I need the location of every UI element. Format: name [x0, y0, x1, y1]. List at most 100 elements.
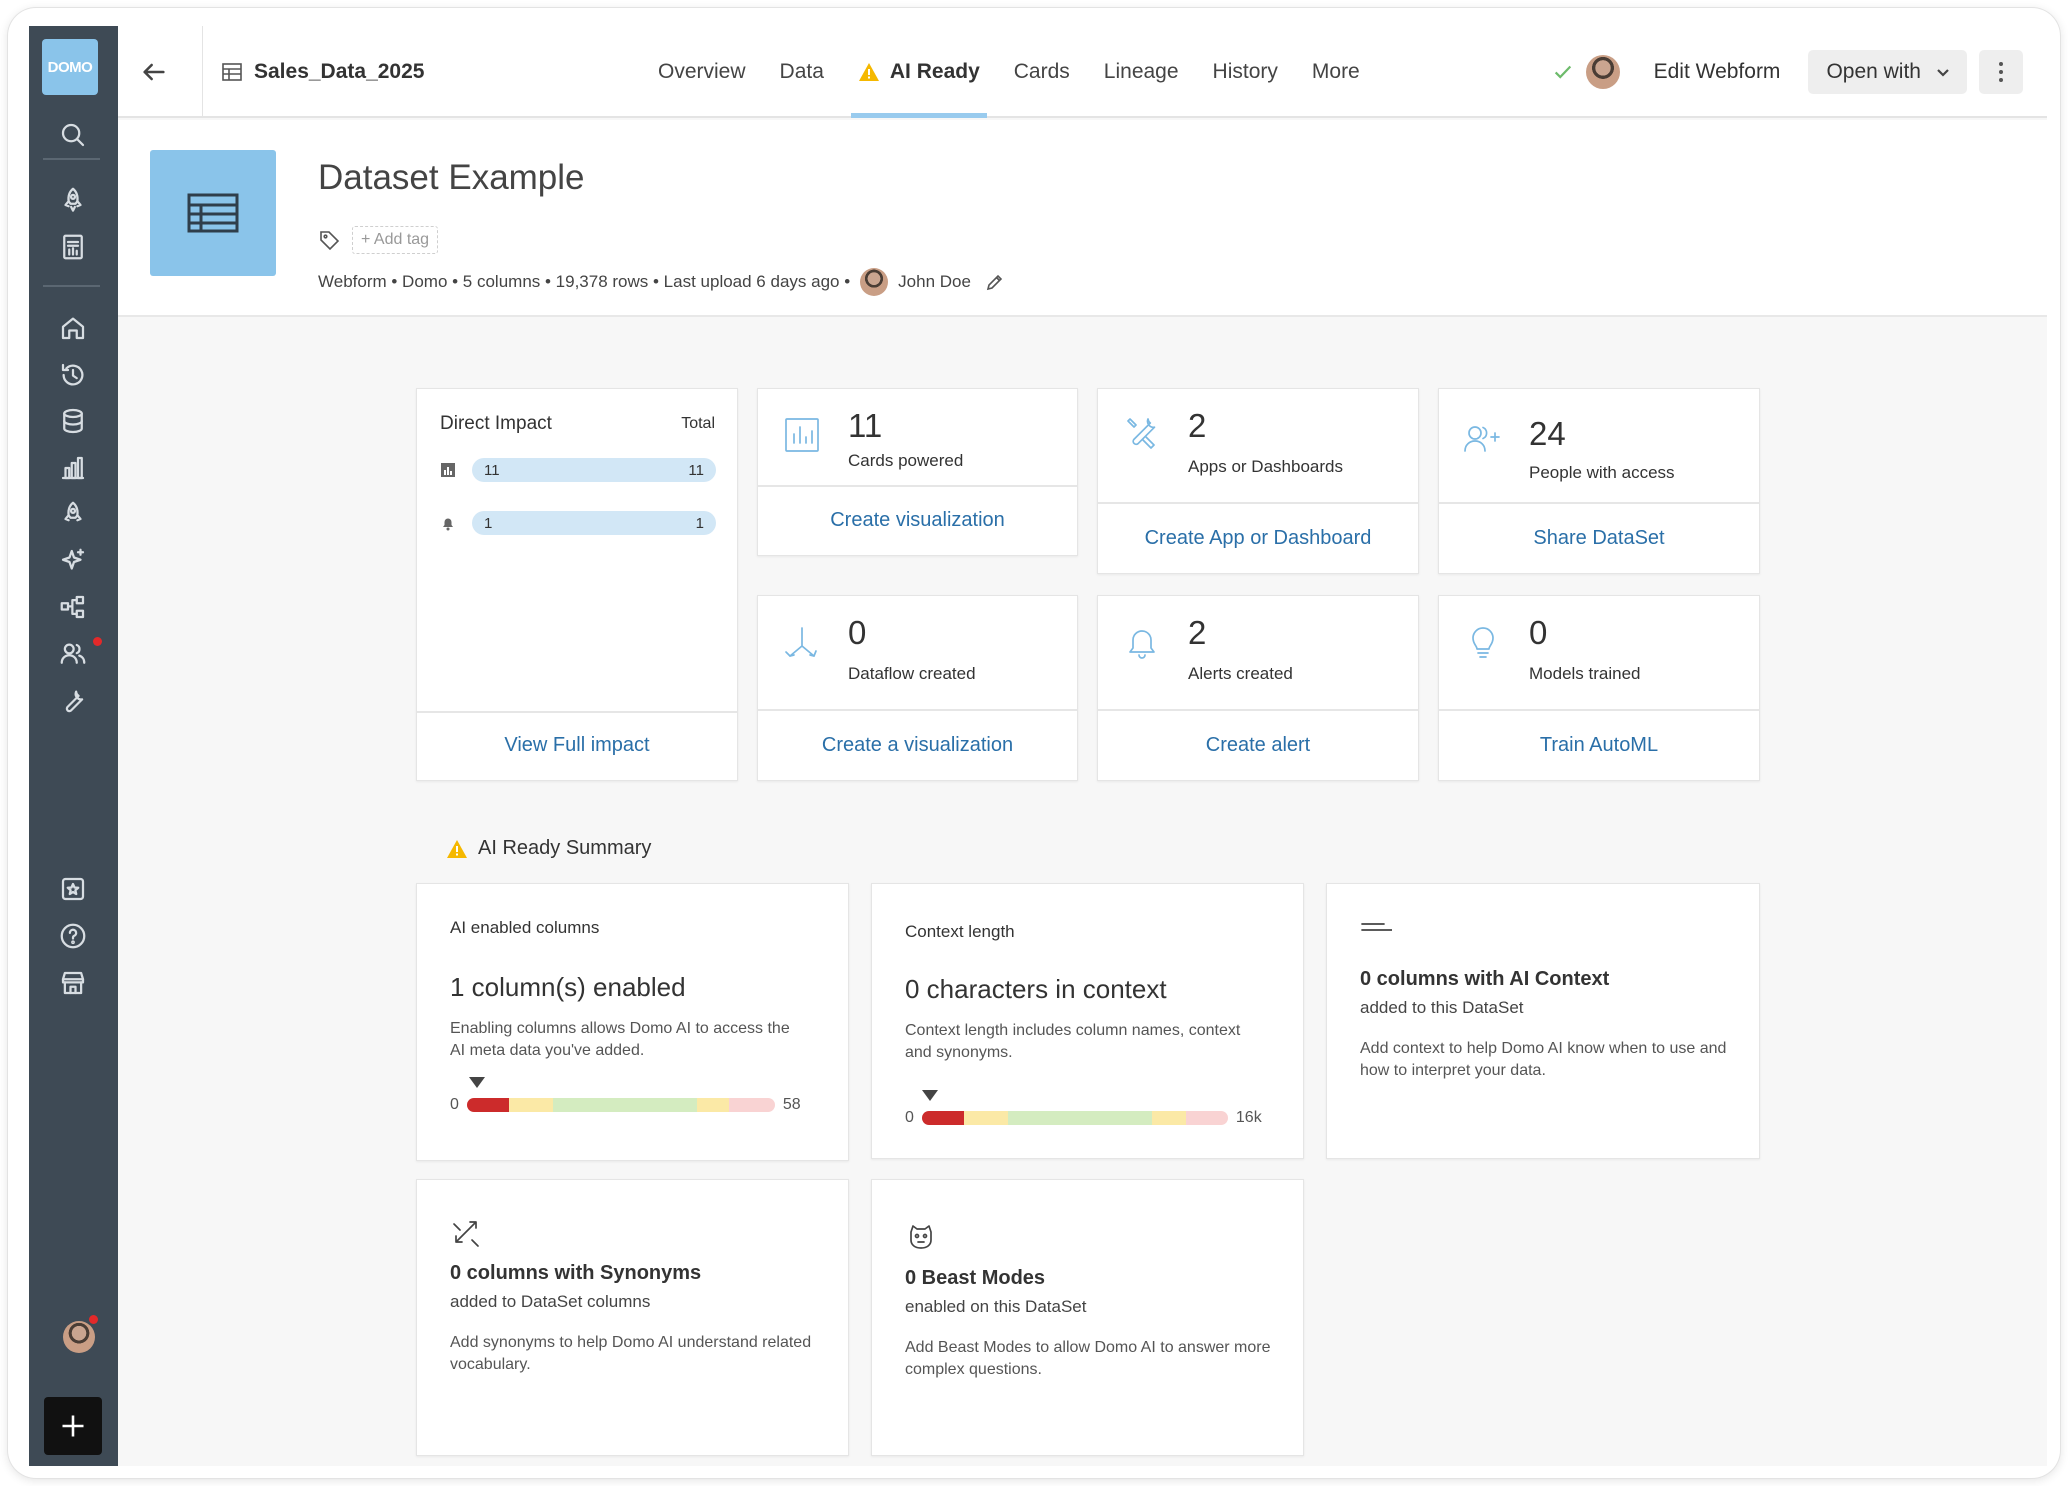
home-icon[interactable] [53, 308, 93, 348]
bar-chart-icon[interactable] [53, 448, 93, 488]
gauge-max: 16k [1235, 1109, 1262, 1126]
synonyms-sub: added to DataSet columns [450, 1292, 651, 1311]
synonyms-heading: 0 columns with Synonyms [450, 1262, 702, 1284]
card-icon [441, 463, 455, 477]
tab-ai-ready[interactable]: AI Ready [841, 26, 997, 118]
gauge-segment-yellow [696, 1098, 729, 1112]
open-with-label: Open with [1826, 60, 1921, 83]
create-visualization-link[interactable]: Create visualization [758, 509, 1077, 532]
card-title: Direct Impact [440, 413, 552, 434]
page-title: Dataset Example [318, 158, 585, 197]
meta-text: Webform • Domo • 5 columns • 19,378 rows… [318, 272, 851, 291]
people-access-card: 24 People with access Share DataSet [1438, 388, 1760, 574]
stat-label: Models trained [1529, 664, 1641, 683]
help-icon[interactable] [53, 916, 93, 956]
gauge-segment-red [921, 1111, 964, 1125]
bell-icon [1122, 622, 1162, 662]
workflow-icon[interactable] [53, 587, 93, 627]
ai-context-sub: added to this DataSet [1360, 998, 1524, 1017]
sparkle-icon[interactable] [53, 541, 93, 581]
create-alert-link[interactable]: Create alert [1098, 734, 1418, 757]
pencil-icon[interactable] [985, 272, 1005, 292]
card-description: Context length includes column names, co… [905, 1022, 1241, 1061]
card-description: Add Beast Modes to allow Domo AI to answ… [905, 1339, 1271, 1378]
page-icon[interactable] [53, 227, 93, 267]
warning-icon [858, 63, 879, 81]
tab-label: Lineage [1103, 60, 1179, 83]
synonyms-card: 0 columns with Synonyms added to DataSet… [416, 1179, 849, 1456]
gauge-min: 0 [450, 1096, 459, 1113]
create-button[interactable] [44, 1397, 102, 1455]
create-app-link[interactable]: Create App or Dashboard [1098, 527, 1418, 550]
create-a-visualization-link[interactable]: Create a visualization [758, 734, 1077, 757]
gauge-segment-red [466, 1098, 509, 1112]
owner-avatar[interactable] [1585, 55, 1620, 89]
stat-label: Cards powered [848, 451, 964, 470]
apps-dashboards-card: 2 Apps or Dashboards Create App or Dashb… [1097, 388, 1419, 574]
database-icon[interactable] [53, 401, 93, 441]
gauge-max: 58 [782, 1096, 801, 1113]
view-full-impact-link[interactable]: View Full impact [417, 734, 737, 757]
tab-overview[interactable]: Overview [641, 26, 763, 118]
store-icon[interactable] [53, 963, 93, 1003]
history-icon[interactable] [53, 355, 93, 395]
header-divider [202, 26, 203, 118]
impact-total: 11 [688, 461, 704, 479]
bell-icon [443, 518, 453, 531]
gauge-segment-pink [1185, 1111, 1228, 1125]
train-automl-link[interactable]: Train AutoML [1439, 734, 1759, 757]
domo-logo[interactable]: DOMO [42, 39, 98, 95]
window-frame: DOMO Sales_Data_2025 Overview Data AI Re… [8, 8, 2060, 1478]
tab-history[interactable]: History [1196, 26, 1295, 118]
add-tag-button[interactable]: + Add tag [352, 226, 439, 254]
gauge-track [921, 1090, 1228, 1125]
stat-value: 2 [1188, 407, 1207, 444]
open-with-button[interactable]: Open with [1808, 50, 1967, 94]
card-divider [1439, 709, 1759, 711]
impact-count: 11 [484, 461, 500, 479]
dataset-thumbnail [150, 150, 276, 276]
owner-name[interactable]: John Doe [898, 272, 971, 292]
more-options-button[interactable] [1979, 50, 2023, 94]
people-add-icon [1461, 419, 1501, 459]
wrench-icon[interactable] [53, 681, 93, 721]
section-title: AI Ready Summary [478, 837, 652, 859]
models-card: 0 Models trained Train AutoML [1438, 595, 1760, 781]
launch-icon[interactable] [53, 494, 93, 534]
share-dataset-link[interactable]: Share DataSet [1439, 527, 1759, 550]
stat-label: Apps or Dashboards [1188, 457, 1343, 476]
tab-more[interactable]: More [1295, 26, 1377, 118]
gauge-segment-yellow [508, 1098, 553, 1112]
tab-cards[interactable]: Cards [997, 26, 1087, 118]
gauge-marker [468, 1077, 485, 1088]
tab-data[interactable]: Data [763, 26, 841, 118]
stat-value: 0 [1529, 614, 1548, 651]
arrow-left-icon [143, 63, 165, 81]
gauge-segment-pink [728, 1098, 775, 1112]
tab-lineage[interactable]: Lineage [1087, 26, 1196, 118]
ai-enabled-columns-card: AI enabled columns 1 column(s) enabled E… [416, 883, 849, 1161]
people-icon[interactable] [53, 634, 93, 674]
card-divider [758, 709, 1077, 711]
tag-row: + Add tag [318, 226, 439, 254]
context-value: 0 characters in context [905, 974, 1167, 1004]
stat-label: Dataflow created [848, 664, 976, 683]
bar-card-icon [782, 415, 822, 455]
card-divider [758, 485, 1077, 487]
tab-label: Data [779, 60, 824, 83]
top-bar: Sales_Data_2025 Overview Data AI Ready C… [118, 26, 2047, 118]
ai-context-card: 0 columns with AI Context added to this … [1326, 883, 1760, 1159]
search-icon[interactable] [53, 115, 93, 155]
stat-label: People with access [1529, 463, 1675, 482]
direct-impact-card: Direct Impact Total 11 11 1 1 View Full … [416, 388, 738, 781]
rocket-icon[interactable] [53, 180, 93, 220]
context-length-card: Context length 0 characters in context C… [871, 883, 1304, 1159]
rail-divider [43, 285, 100, 287]
user-avatar[interactable] [63, 1321, 95, 1353]
edit-webform-button[interactable]: Edit Webform [1654, 60, 1781, 84]
dataflow-card: 0 Dataflow created Create a visualizatio… [757, 595, 1078, 781]
card-description: Add synonyms to help Domo AI understand … [450, 1334, 812, 1373]
back-button[interactable] [134, 52, 174, 92]
shield-icon[interactable] [53, 869, 93, 909]
stat-value: 2 [1188, 614, 1207, 651]
